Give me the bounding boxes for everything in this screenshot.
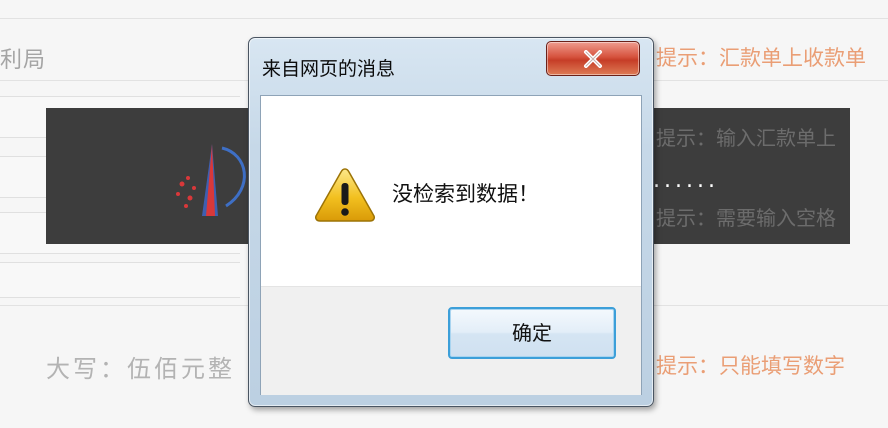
background-input: [0, 262, 240, 298]
dialog-message: 没检索到数据！: [392, 182, 539, 206]
background-label: 利局: [0, 48, 47, 73]
background-divider: [0, 18, 888, 19]
close-x-icon: [584, 49, 602, 68]
warning-triangle-icon: [315, 168, 375, 222]
close-button[interactable]: [546, 41, 640, 76]
dialog-body: 没检索到数据！ 确定: [260, 95, 642, 395]
dialog-content: 没检索到数据！: [261, 96, 641, 286]
background-hint: 提示：输入汇款单上: [656, 126, 836, 150]
amount-in-words: 大写：伍佰元整: [46, 355, 235, 383]
dialog-title: 来自网页的消息: [262, 58, 396, 80]
site-logo-icon: [176, 144, 246, 216]
background-hint: 提示：只能填写数字: [656, 354, 845, 378]
loading-dots: ......: [653, 168, 719, 193]
background-hint: 提示：汇款单上收款单: [656, 46, 866, 70]
message-dialog: 来自网页的消息 没检索到数据！ 确定: [248, 37, 654, 407]
background-hint: 提示：需要输入空格: [656, 206, 836, 230]
ok-button[interactable]: 确定: [448, 307, 616, 359]
dialog-footer: 确定: [261, 286, 641, 395]
